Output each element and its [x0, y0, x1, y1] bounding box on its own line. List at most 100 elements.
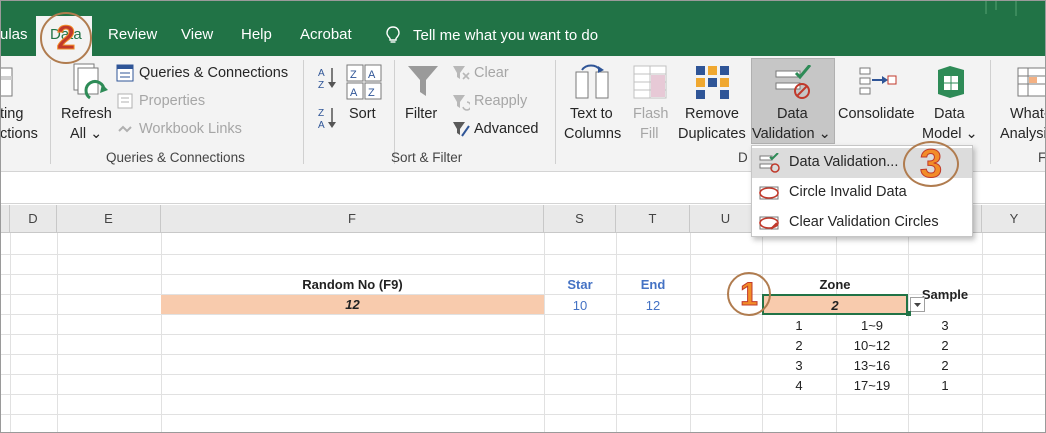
group-label-forecast: F — [1038, 150, 1046, 165]
menu-item-circle-invalid-label: Circle Invalid Data — [789, 184, 907, 200]
filter-button[interactable]: Filter — [405, 106, 437, 122]
end-header[interactable]: End — [616, 277, 690, 292]
separator — [990, 60, 991, 164]
circle-invalid-icon — [759, 186, 779, 200]
data-model-label-2: Model ⌄ — [922, 126, 978, 142]
step-badge-1-label: 1 — [740, 276, 759, 313]
get-data-label-1[interactable]: ting — [0, 106, 23, 122]
tell-me-search[interactable]: Tell me what you want to do — [383, 25, 598, 45]
zone-value-cell[interactable]: 2 — [762, 294, 908, 315]
flash-fill-label-2: Fill — [640, 126, 659, 142]
zone-table-range[interactable]: 1~9 — [836, 318, 908, 333]
row-line — [0, 274, 1046, 275]
col-line — [762, 233, 763, 433]
zone-table-sample[interactable]: 2 — [908, 358, 982, 373]
sort-button[interactable]: Sort — [349, 106, 376, 122]
group-label-queries: Queries & Connections — [106, 150, 245, 165]
remove-duplicates-button[interactable]: Remove — [685, 106, 739, 122]
column-header-s[interactable]: S — [544, 205, 616, 233]
zone-header[interactable]: Zone — [762, 277, 908, 292]
what-if-analysis-button[interactable]: What- — [1010, 106, 1046, 122]
svg-text:A: A — [368, 69, 376, 81]
queries-connections-button[interactable]: Queries & Connections — [139, 65, 288, 81]
consolidate-icon — [859, 67, 897, 95]
reapply-button[interactable]: Reapply — [474, 93, 527, 109]
data-validation-button[interactable]: Data Validation ⌄ — [751, 58, 835, 144]
zone-table-range[interactable]: 17~19 — [836, 378, 908, 393]
zone-table-id[interactable]: 3 — [762, 358, 836, 373]
sort-icon: Z A A Z — [346, 64, 382, 100]
refresh-all-label-2[interactable]: All ⌄ — [70, 126, 102, 142]
text-to-columns-label-2: Columns — [564, 126, 622, 142]
get-data-label-2[interactable]: ctions — [0, 126, 38, 142]
fill-handle[interactable] — [906, 311, 911, 316]
menu-item-clear-circles-label: Clear Validation Circles — [789, 214, 939, 230]
data-validation-small-icon — [759, 153, 780, 173]
column-header-t[interactable]: T — [616, 205, 690, 233]
star-value[interactable]: 10 — [544, 298, 616, 313]
star-header[interactable]: Star — [544, 277, 616, 292]
zone-table-range[interactable]: 13~16 — [836, 358, 908, 373]
group-label-sort-filter: Sort & Filter — [391, 150, 463, 165]
advanced-filter-icon — [453, 122, 470, 137]
tab-view[interactable]: View — [181, 26, 213, 43]
consolidate-button[interactable]: Consolidate — [838, 106, 915, 122]
step-badge-3-label: 3 — [919, 142, 943, 186]
step-badge-2-label: 2 — [56, 19, 76, 58]
row-line — [0, 334, 1046, 335]
what-if-analysis-label-2: Analysi — [1000, 126, 1046, 142]
queries-connections-icon — [116, 64, 134, 82]
data-model-button[interactable]: Data — [934, 106, 965, 122]
column-header-partial[interactable] — [0, 205, 10, 233]
col-line — [690, 233, 691, 433]
zone-table-id[interactable]: 1 — [762, 318, 836, 333]
tab-acrobat[interactable]: Acrobat — [300, 26, 352, 43]
zone-table-id[interactable]: 4 — [762, 378, 836, 393]
zone-dropdown-button[interactable] — [910, 297, 925, 312]
remove-duplicates-icon — [696, 66, 729, 99]
column-header-f[interactable]: F — [161, 205, 544, 233]
column-header-d[interactable]: D — [10, 205, 57, 233]
column-header-y[interactable]: Y — [982, 205, 1046, 233]
column-header-e[interactable]: E — [57, 205, 161, 233]
row-line — [0, 254, 1046, 255]
sort-descending-icon: Z A — [318, 108, 336, 131]
clear-button[interactable]: Clear — [474, 65, 509, 81]
menu-item-clear-circles[interactable]: Clear Validation Circles — [752, 208, 972, 238]
flash-fill-button[interactable]: Flash — [633, 106, 668, 122]
zone-table-sample[interactable]: 2 — [908, 338, 982, 353]
zone-table-id[interactable]: 2 — [762, 338, 836, 353]
step-badge-1: 1 — [727, 272, 771, 316]
step-badge-2: 2 — [40, 12, 92, 64]
svg-text:Z: Z — [350, 69, 357, 81]
advanced-button[interactable]: Advanced — [474, 121, 539, 137]
tab-help[interactable]: Help — [241, 26, 272, 43]
tab-formulas[interactable]: ulas — [0, 26, 28, 43]
get-data-icon — [0, 67, 13, 97]
reapply-icon — [453, 95, 470, 111]
dropdown-arrow-icon — [914, 303, 921, 307]
properties-button[interactable]: Properties — [139, 93, 205, 109]
end-value[interactable]: 12 — [616, 298, 690, 313]
random-no-header[interactable]: Random No (F9) — [161, 277, 544, 292]
row-line — [0, 394, 1046, 395]
zone-table-sample[interactable]: 3 — [908, 318, 982, 333]
text-to-columns-button[interactable]: Text to — [570, 106, 613, 122]
lightbulb-icon — [386, 26, 400, 43]
row-line — [0, 354, 1046, 355]
svg-text:A: A — [318, 68, 325, 79]
zone-table-sample[interactable]: 1 — [908, 378, 982, 393]
col-line — [908, 233, 909, 433]
workbook-links-button[interactable]: Workbook Links — [139, 121, 242, 137]
zone-table-range[interactable]: 10~12 — [836, 338, 908, 353]
svg-text:Z: Z — [318, 108, 324, 119]
group-label-data-tools: D — [738, 150, 748, 165]
col-line — [616, 233, 617, 433]
col-line — [836, 233, 837, 433]
col-line — [10, 233, 11, 433]
tab-review[interactable]: Review — [108, 26, 157, 43]
refresh-all-button[interactable]: Refresh — [61, 106, 112, 122]
workbook-links-icon — [118, 125, 132, 133]
random-no-value[interactable]: 12 — [161, 295, 544, 314]
separator — [555, 60, 556, 164]
